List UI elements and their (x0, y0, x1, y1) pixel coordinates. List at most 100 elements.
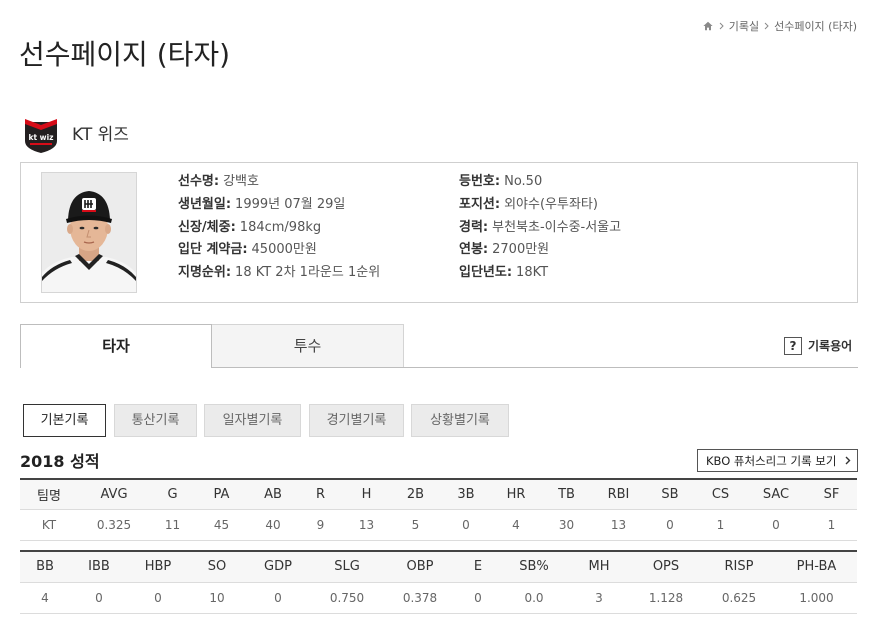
stat-cell-hbp: 0 (128, 582, 188, 614)
info-row-entry-year: 입단년도: 18KT (459, 262, 621, 285)
glossary-link[interactable]: ? 기록용어 (784, 336, 852, 355)
stat-cell-rbi: 13 (592, 509, 645, 541)
table-row: 4 0 0 10 0 0.750 0.378 0 0.0 3 1.128 0.6… (20, 582, 857, 614)
chevron-right-icon (719, 22, 724, 30)
stat-header-g: G (150, 479, 195, 510)
stat-cell-ab: 40 (248, 509, 298, 541)
player-info-right: 등번호: No.50 포지션: 외야수(우투좌타) 경력: 부천북초-이수중-서울고 … (459, 171, 621, 285)
logo-red-underline (30, 143, 52, 145)
team-name: KT 위즈 (72, 125, 129, 145)
subtab-game-records[interactable]: 경기별기록 (309, 404, 404, 437)
chevron-right-icon (845, 456, 851, 465)
info-label: 입단 계약금: (178, 242, 248, 258)
stats-extra-table: BB IBB HBP SO GDP SLG OBP E SB% MH OPS R… (20, 550, 857, 614)
player-eye-right (93, 226, 99, 230)
height-weight: 184cm/98kg (239, 219, 322, 235)
tab-batter[interactable]: 타자 (20, 324, 212, 368)
player-name: 강백호 (223, 174, 259, 189)
chevron-shape (719, 22, 724, 30)
stat-header-sb: SB (645, 479, 695, 510)
stat-header-sb-pct: SB% (500, 551, 568, 583)
stat-header-risp: RISP (702, 551, 776, 583)
info-row-height-weight: 신장/체중: 184cm/98kg (178, 217, 380, 240)
chevron-shape (845, 456, 851, 465)
stat-cell-avg: 0.325 (78, 509, 150, 541)
stat-header-obp: OBP (384, 551, 456, 583)
tab-divider (211, 367, 858, 368)
stat-cell-sb-pct: 0.0 (500, 582, 568, 614)
stat-cell-g: 11 (150, 509, 195, 541)
stat-header-slg: SLG (310, 551, 384, 583)
stat-cell-sf: 1 (806, 509, 857, 541)
stat-header-sf: SF (806, 479, 857, 510)
stat-header-tb: TB (541, 479, 592, 510)
question-icon: ? (784, 336, 802, 355)
info-label: 등번호: (459, 174, 501, 189)
info-label: 생년월일: (178, 196, 232, 212)
home-icon-shape (703, 21, 713, 31)
stat-cell-tb: 30 (541, 509, 592, 541)
breadcrumb-records-link[interactable]: 기록실 (729, 18, 759, 34)
player-jersey (42, 257, 136, 292)
info-row-position: 포지션: 외야수(우투좌타) (459, 194, 621, 217)
info-label: 연봉: (459, 242, 489, 258)
player-info-box: 선수명: 강백호 생년월일: 1999년 07월 29일 신장/체중: 184cm/9… (20, 162, 858, 303)
info-row-career: 경력: 부천북초-이수중-서울고 (459, 217, 621, 240)
info-row-back-number: 등번호: No.50 (459, 171, 621, 194)
stat-cell-risp: 0.625 (702, 582, 776, 614)
subtab-basic-records[interactable]: 기본기록 (23, 404, 106, 437)
subtab-career-records[interactable]: 통산기록 (114, 404, 197, 437)
cap-logo-red (82, 210, 96, 212)
home-icon[interactable] (703, 21, 713, 31)
info-row-draft: 지명순위: 18 KT 2차 1라운드 1순위 (178, 262, 380, 285)
subtab-situation-records[interactable]: 상황별기록 (411, 404, 509, 437)
draft-rank: 18 KT 2차 1라운드 1순위 (235, 265, 381, 281)
stat-cell-ph-ba: 1.000 (776, 582, 857, 614)
stat-header-so: SO (188, 551, 246, 583)
info-row-signing-bonus: 입단 계약금: 45000만원 (178, 239, 380, 262)
player-ear-right (105, 224, 111, 234)
stat-header-ibb: IBB (70, 551, 128, 583)
player-photo-image (42, 173, 136, 292)
futures-league-button[interactable]: KBO 퓨처스리그 기록 보기 (697, 449, 858, 472)
kt-wiz-logo: kt wiz (25, 119, 57, 153)
player-info-left: 선수명: 강백호 생년월일: 1999년 07월 29일 신장/체중: 184cm/9… (178, 171, 380, 285)
player-eye-left (79, 226, 85, 230)
season-title: 2018 성적 (20, 452, 100, 471)
stat-header-mh: MH (568, 551, 630, 583)
stat-header-avg: AVG (78, 479, 150, 510)
breadcrumb-current: 선수페이지 (타자) (774, 20, 857, 33)
stat-header-hbp: HBP (128, 551, 188, 583)
stat-cell-gdp: 0 (246, 582, 310, 614)
stat-header-3b: 3B (441, 479, 491, 510)
breadcrumb: 기록실 선수페이지 (타자) (703, 19, 857, 33)
stat-header-ops: OPS (630, 551, 702, 583)
stat-header-e: E (456, 551, 500, 583)
stat-header-h: H (343, 479, 390, 510)
stat-header-hr: HR (491, 479, 541, 510)
stat-cell-team: KT (20, 509, 78, 541)
info-label: 신장/체중: (178, 219, 236, 235)
tab-pitcher[interactable]: 투수 (211, 324, 404, 368)
subtab-daily-records[interactable]: 일자별기록 (204, 404, 301, 437)
salary: 2700만원 (492, 242, 550, 258)
stat-cell-ibb: 0 (70, 582, 128, 614)
info-row-birthdate: 생년월일: 1999년 07월 29일 (178, 194, 380, 217)
player-ear-left (67, 224, 73, 234)
stat-cell-obp: 0.378 (384, 582, 456, 614)
birthdate: 1999년 07월 29일 (235, 196, 346, 212)
back-number: No.50 (504, 174, 543, 189)
table-header-row: 팀명 AVG G PA AB R H 2B 3B HR TB RBI SB CS… (20, 479, 857, 510)
info-label: 포지션: (459, 196, 501, 212)
table-header-row: BB IBB HBP SO GDP SLG OBP E SB% MH OPS R… (20, 551, 857, 583)
info-label: 경력: (459, 219, 489, 235)
info-row-salary: 연봉: 2700만원 (459, 239, 621, 262)
stat-header-team: 팀명 (20, 479, 78, 510)
stat-cell-ops: 1.128 (630, 582, 702, 614)
stat-cell-3b: 0 (441, 509, 491, 541)
stat-header-r: R (298, 479, 343, 510)
stat-cell-h: 13 (343, 509, 390, 541)
stat-cell-cs: 1 (695, 509, 746, 541)
logo-lettering: kt wiz (28, 133, 53, 142)
stat-header-cs: CS (695, 479, 746, 510)
